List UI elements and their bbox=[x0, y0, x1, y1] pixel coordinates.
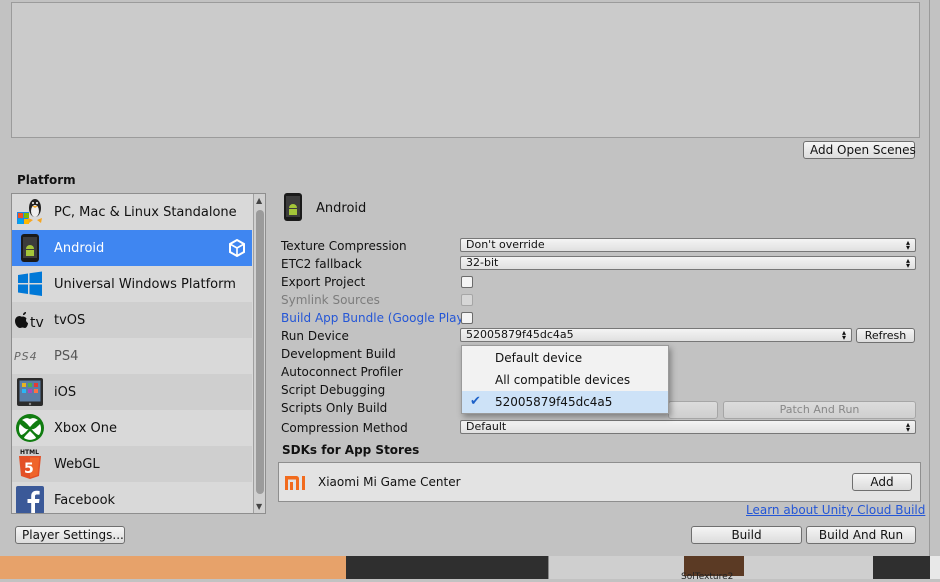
platform-item-android[interactable]: Android bbox=[12, 230, 252, 266]
build-button[interactable]: Build bbox=[691, 526, 802, 544]
platform-item-facebook[interactable]: Facebook bbox=[12, 482, 252, 513]
run-device-label: Run Device bbox=[281, 329, 349, 343]
xiaomi-sdk-label: Xiaomi Mi Game Center bbox=[318, 475, 461, 489]
android-icon bbox=[282, 192, 304, 225]
xbox-icon bbox=[12, 410, 48, 446]
ios-device-icon bbox=[12, 374, 48, 410]
add-open-scenes-button[interactable]: Add Open Scenes bbox=[803, 141, 916, 159]
svg-text:PS4: PS4 bbox=[14, 350, 38, 363]
scrollbar-thumb[interactable] bbox=[256, 210, 264, 494]
android-icon bbox=[12, 230, 48, 266]
run-device-option-all-compatible[interactable]: All compatible devices bbox=[462, 369, 668, 391]
svg-text:5: 5 bbox=[24, 461, 34, 477]
scripts-only-build-label: Scripts Only Build bbox=[281, 401, 388, 415]
sdks-section-title: SDKs for App Stores bbox=[282, 443, 420, 457]
sdk-list: Xiaomi Mi Game Center Add bbox=[278, 462, 921, 502]
platform-label: WebGL bbox=[54, 456, 100, 472]
menu-option-label: All compatible devices bbox=[495, 373, 631, 387]
checkmark-icon: ✔ bbox=[470, 394, 481, 409]
dropdown-arrows-icon: ▴ ▾ bbox=[841, 328, 846, 342]
add-xiaomi-sdk-button[interactable]: Add bbox=[852, 473, 912, 491]
compression-method-dropdown[interactable]: Default ▴ ▾ bbox=[460, 420, 916, 434]
development-build-label: Development Build bbox=[281, 347, 396, 361]
platform-label: Android bbox=[54, 240, 105, 256]
platform-item-uwp[interactable]: Universal Windows Platform bbox=[12, 266, 252, 302]
platform-label: iOS bbox=[54, 384, 77, 400]
run-device-dropdown[interactable]: 52005879f45dc4a5 ▴ ▾ bbox=[460, 328, 852, 342]
html5-icon: HTML 5 bbox=[12, 446, 48, 482]
compression-method-label: Compression Method bbox=[281, 421, 408, 435]
symlink-sources-label: Symlink Sources bbox=[281, 293, 380, 307]
refresh-devices-button[interactable]: Refresh bbox=[856, 328, 915, 343]
platform-item-pc[interactable]: PC, Mac & Linux Standalone bbox=[12, 194, 252, 230]
platform-settings-header: Android bbox=[282, 192, 367, 225]
platform-item-tvos[interactable]: tv tvOS bbox=[12, 302, 252, 338]
partially-hidden-button[interactable] bbox=[668, 401, 718, 419]
build-and-run-button[interactable]: Build And Run bbox=[806, 526, 916, 544]
etc2-fallback-label: ETC2 fallback bbox=[281, 257, 362, 271]
dropdown-arrows-icon: ▴ ▾ bbox=[905, 238, 910, 252]
pc-mac-linux-icon bbox=[12, 194, 48, 230]
platform-item-ios[interactable]: iOS bbox=[12, 374, 252, 410]
run-device-option-default[interactable]: Default device bbox=[462, 347, 668, 369]
menu-option-label: 52005879f45dc4a5 bbox=[495, 395, 613, 409]
run-device-menu: Default device All compatible devices ✔ … bbox=[461, 345, 669, 414]
platform-label: PC, Mac & Linux Standalone bbox=[54, 204, 237, 220]
texture-compression-label: Texture Compression bbox=[281, 239, 407, 253]
windows-icon bbox=[12, 266, 48, 302]
build-app-bundle-checkbox[interactable] bbox=[461, 312, 473, 324]
etc2-fallback-dropdown[interactable]: 32-bit ▴ ▾ bbox=[460, 256, 916, 270]
run-device-value: 52005879f45dc4a5 bbox=[466, 328, 574, 341]
dropdown-arrows-icon: ▴ ▾ bbox=[905, 256, 910, 270]
platform-label: PS4 bbox=[54, 348, 79, 364]
scroll-up-arrow-icon[interactable]: ▲ bbox=[256, 196, 262, 205]
scenes-in-build-list[interactable] bbox=[11, 2, 920, 138]
platform-list: PC, Mac & Linux Standalone Android Unive… bbox=[11, 193, 266, 514]
unity-active-platform-icon bbox=[229, 239, 245, 257]
menu-option-label: Default device bbox=[495, 351, 583, 365]
dropdown-arrows-icon: ▴ ▾ bbox=[905, 420, 910, 434]
patch-and-run-button[interactable]: Patch And Run bbox=[723, 401, 916, 419]
background-asset-label: SolTexture2 bbox=[681, 572, 734, 582]
platform-label: tvOS bbox=[54, 312, 86, 328]
platform-label: Universal Windows Platform bbox=[54, 276, 236, 292]
facebook-icon bbox=[12, 482, 48, 513]
etc2-fallback-value: 32-bit bbox=[466, 256, 499, 269]
texture-compression-value: Don't override bbox=[466, 238, 545, 251]
symlink-sources-checkbox[interactable] bbox=[461, 294, 473, 306]
svg-text:tv: tv bbox=[30, 315, 44, 330]
build-app-bundle-label[interactable]: Build App Bundle (Google Play) bbox=[281, 310, 468, 326]
scroll-down-arrow-icon[interactable]: ▼ bbox=[256, 502, 262, 511]
compression-method-value: Default bbox=[466, 420, 507, 433]
texture-compression-dropdown[interactable]: Don't override ▴ ▾ bbox=[460, 238, 916, 252]
platform-section-title: Platform bbox=[17, 173, 76, 187]
platform-settings-title: Android bbox=[316, 200, 367, 216]
platform-label: Xbox One bbox=[54, 420, 118, 436]
player-settings-button[interactable]: Player Settings... bbox=[15, 526, 125, 544]
platform-item-webgl[interactable]: HTML 5 WebGL bbox=[12, 446, 252, 482]
xiaomi-mi-icon bbox=[285, 476, 305, 490]
autoconnect-profiler-label: Autoconnect Profiler bbox=[281, 365, 403, 379]
platform-list-scrollbar[interactable]: ▲ ▼ bbox=[253, 194, 265, 513]
run-device-option-device[interactable]: ✔ 52005879f45dc4a5 bbox=[462, 391, 668, 413]
ps4-icon: PS4 bbox=[12, 338, 48, 374]
platform-item-ps4[interactable]: PS4 PS4 bbox=[12, 338, 252, 374]
background-edge bbox=[930, 556, 940, 579]
svg-text:HTML: HTML bbox=[20, 449, 39, 456]
build-settings-window: Add Open Scenes Platform PC, Mac & Linux… bbox=[0, 0, 930, 556]
script-debugging-label: Script Debugging bbox=[281, 383, 386, 397]
export-project-label: Export Project bbox=[281, 275, 366, 289]
platform-item-xbox[interactable]: Xbox One bbox=[12, 410, 252, 446]
platform-label: Facebook bbox=[54, 492, 116, 508]
export-project-checkbox[interactable] bbox=[461, 276, 473, 288]
apple-tv-icon: tv bbox=[12, 302, 48, 338]
unity-cloud-build-link[interactable]: Learn about Unity Cloud Build bbox=[746, 503, 925, 517]
